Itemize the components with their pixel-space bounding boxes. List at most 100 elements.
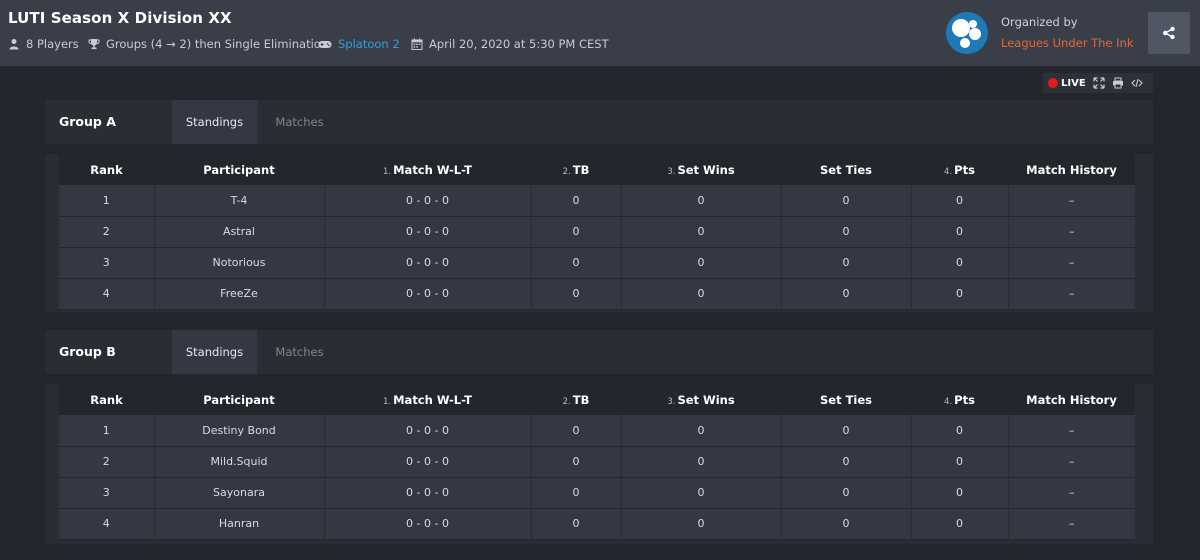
embed-code-icon[interactable] — [1130, 77, 1143, 89]
group-b-header: Group B Standings Matches — [45, 330, 1153, 374]
column-set-ties[interactable]: Set Ties — [781, 384, 911, 415]
column-number: 2. — [562, 166, 571, 177]
set-wins-cell: 0 — [621, 247, 782, 279]
group-b-standings: Rank Participant 1. Match W-L-T 2. TB 3. Se… — [45, 384, 1153, 544]
table-header-row: Rank Participant 1. Match W-L-T 2. TB 3. Se… — [59, 154, 1135, 185]
set-ties-cell: 0 — [781, 508, 912, 540]
match-history-cell: – — [1008, 477, 1135, 509]
live-toolbar: LIVE — [1043, 73, 1153, 93]
column-number: 4. — [944, 166, 953, 177]
gamepad-icon — [318, 41, 332, 48]
rank-cell: 1 — [59, 415, 155, 447]
table-row: 1 Destiny Bond 0 - 0 - 0 0 0 0 0 – — [59, 415, 1135, 447]
column-tb[interactable]: 2. TB — [531, 384, 621, 415]
rank-cell: 4 — [59, 508, 155, 540]
organizer-logo[interactable] — [946, 12, 988, 54]
column-participant[interactable]: Participant — [154, 384, 324, 415]
column-rank[interactable]: Rank — [59, 384, 154, 415]
match-history-cell: – — [1008, 216, 1135, 248]
set-ties-cell: 0 — [781, 247, 912, 279]
participant-cell[interactable]: Astral — [154, 216, 325, 248]
match-wlt-cell: 0 - 0 - 0 — [324, 216, 532, 248]
match-history-cell: – — [1008, 185, 1135, 217]
tab-standings[interactable]: Standings — [172, 330, 257, 374]
set-wins-cell: 0 — [621, 216, 782, 248]
game-link[interactable]: Splatoon 2 — [318, 37, 400, 51]
column-match-wlt[interactable]: 1. Match W-L-T — [324, 384, 531, 415]
participant-cell[interactable]: FreeZe — [154, 278, 325, 310]
group-a-header: Group A Standings Matches — [45, 100, 1153, 144]
tb-cell: 0 — [531, 508, 622, 540]
participant-cell[interactable]: T-4 — [154, 185, 325, 217]
tab-matches[interactable]: Matches — [257, 100, 342, 144]
pts-cell: 0 — [911, 216, 1009, 248]
column-pts[interactable]: 4. Pts — [911, 154, 1008, 185]
match-history-cell: – — [1008, 278, 1135, 310]
group-a-standings: Rank Participant 1. Match W-L-T 2. TB 3. Se… — [45, 154, 1153, 312]
set-ties-cell: 0 — [781, 216, 912, 248]
live-indicator-icon — [1048, 78, 1058, 88]
rank-cell: 3 — [59, 247, 155, 279]
pts-cell: 0 — [911, 247, 1009, 279]
rank-cell: 1 — [59, 185, 155, 217]
set-wins-cell: 0 — [621, 415, 782, 447]
print-icon[interactable] — [1112, 77, 1124, 89]
standings-table: Rank Participant 1. Match W-L-T 2. TB 3. Se… — [59, 154, 1135, 310]
pts-cell: 0 — [911, 477, 1009, 509]
participant-cell[interactable]: Destiny Bond — [154, 415, 325, 447]
match-wlt-cell: 0 - 0 - 0 — [324, 247, 532, 279]
participant-cell[interactable]: Notorious — [154, 247, 325, 279]
tab-matches[interactable]: Matches — [257, 330, 342, 374]
column-label: TB — [572, 392, 590, 407]
column-set-wins[interactable]: 3. Set Wins — [621, 384, 781, 415]
column-rank[interactable]: Rank — [59, 154, 154, 185]
tb-cell: 0 — [531, 446, 622, 478]
match-history-cell: – — [1008, 446, 1135, 478]
calendar-icon — [411, 38, 423, 50]
share-button[interactable] — [1148, 12, 1190, 54]
pts-cell: 0 — [911, 185, 1009, 217]
set-wins-cell: 0 — [621, 278, 782, 310]
column-pts[interactable]: 4. Pts — [911, 384, 1008, 415]
table-header-row: Rank Participant 1. Match W-L-T 2. TB 3. Se… — [59, 384, 1135, 415]
tab-standings[interactable]: Standings — [172, 100, 257, 144]
column-match-history[interactable]: Match History — [1008, 154, 1135, 185]
table-row: 3 Sayonara 0 - 0 - 0 0 0 0 0 – — [59, 477, 1135, 509]
participant-cell[interactable]: Sayonara — [154, 477, 325, 509]
match-wlt-cell: 0 - 0 - 0 — [324, 446, 532, 478]
game-label[interactable]: Splatoon 2 — [338, 37, 400, 51]
set-wins-cell: 0 — [621, 477, 782, 509]
pts-cell: 0 — [911, 415, 1009, 447]
tournament-title: LUTI Season X Division XX — [8, 9, 232, 27]
column-label: Set Wins — [677, 392, 735, 407]
set-ties-cell: 0 — [781, 446, 912, 478]
squid-logo-icon — [946, 12, 988, 54]
table-row: 4 Hanran 0 - 0 - 0 0 0 0 0 – — [59, 508, 1135, 540]
participant-cell[interactable]: Hanran — [154, 508, 325, 540]
participant-cell[interactable]: Mild.Squid — [154, 446, 325, 478]
organizer-link[interactable]: Leagues Under The Ink — [1001, 36, 1134, 50]
group-title: Group A — [59, 114, 116, 129]
column-label: Match W-L-T — [393, 162, 473, 177]
set-ties-cell: 0 — [781, 415, 912, 447]
column-label: Match W-L-T — [393, 392, 473, 407]
set-ties-cell: 0 — [781, 185, 912, 217]
tb-cell: 0 — [531, 247, 622, 279]
live-label: LIVE — [1061, 77, 1086, 89]
fullscreen-icon[interactable] — [1093, 77, 1105, 89]
set-wins-cell: 0 — [621, 508, 782, 540]
table-row: 2 Mild.Squid 0 - 0 - 0 0 0 0 0 – — [59, 446, 1135, 478]
column-match-history[interactable]: Match History — [1008, 384, 1135, 415]
column-number: 3. — [667, 396, 676, 407]
table-row: 4 FreeZe 0 - 0 - 0 0 0 0 0 – — [59, 278, 1135, 310]
match-history-cell: – — [1008, 247, 1135, 279]
tournament-format: Groups (4 → 2) then Single Elimination — [88, 37, 328, 51]
pts-cell: 0 — [911, 446, 1009, 478]
column-number: 1. — [382, 396, 392, 407]
column-tb[interactable]: 2. TB — [531, 154, 621, 185]
column-set-wins[interactable]: 3. Set Wins — [621, 154, 781, 185]
rank-cell: 2 — [59, 446, 155, 478]
column-participant[interactable]: Participant — [154, 154, 324, 185]
column-set-ties[interactable]: Set Ties — [781, 154, 911, 185]
column-match-wlt[interactable]: 1. Match W-L-T — [324, 154, 531, 185]
